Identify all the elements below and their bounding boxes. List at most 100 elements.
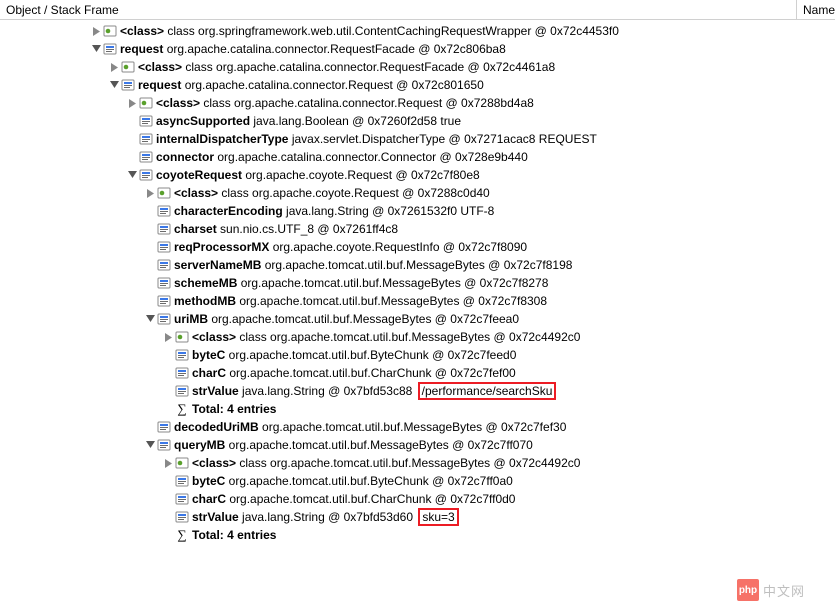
field-detail: class org.apache.coyote.Request @ 0x7288… — [218, 186, 490, 200]
expand-icon[interactable] — [90, 45, 102, 54]
tree-label: charset sun.nio.cs.UTF_8 @ 0x7261ff4c8 — [174, 222, 398, 236]
field-name: <class> — [174, 186, 218, 200]
column-header-name[interactable]: Name — [797, 3, 835, 17]
tree-row[interactable]: internalDispatcherType javax.servlet.Dis… — [0, 130, 835, 148]
sigma-icon: ∑ — [174, 527, 190, 543]
field-detail: Total: 4 entries — [192, 528, 276, 542]
tree-label: charC org.apache.tomcat.util.buf.CharChu… — [192, 366, 516, 380]
tree-row[interactable]: <class> class org.apache.tomcat.util.buf… — [0, 328, 835, 346]
field-name: methodMB — [174, 294, 236, 308]
field-name: charC — [192, 492, 226, 506]
tree-row[interactable]: <class> class org.apache.tomcat.util.buf… — [0, 454, 835, 472]
expand-icon[interactable] — [126, 171, 138, 180]
field-detail: java.lang.Boolean @ 0x7260f2d58 true — [250, 114, 461, 128]
field-name: coyoteRequest — [156, 168, 242, 182]
tree-label: byteC org.apache.tomcat.util.buf.ByteChu… — [192, 474, 513, 488]
object-icon — [120, 77, 136, 93]
object-icon — [138, 167, 154, 183]
field-detail: sun.nio.cs.UTF_8 @ 0x7261ff4c8 — [217, 222, 398, 236]
tree-row[interactable]: ∑Total: 4 entries — [0, 526, 835, 544]
tree-label: strValue java.lang.String @ 0x7bfd53c88 … — [192, 384, 556, 398]
field-name: byteC — [192, 348, 225, 362]
object-icon — [156, 257, 172, 273]
field-name: uriMB — [174, 312, 208, 326]
tree-label: <class> class org.apache.tomcat.util.buf… — [192, 456, 580, 470]
field-name: schemeMB — [174, 276, 237, 290]
tree-label: <class> class org.springframework.web.ut… — [120, 24, 619, 38]
collapse-icon[interactable] — [162, 459, 174, 468]
tree-label: byteC org.apache.tomcat.util.buf.ByteChu… — [192, 348, 516, 362]
collapse-icon[interactable] — [126, 99, 138, 108]
tree-row[interactable]: schemeMB org.apache.tomcat.util.buf.Mess… — [0, 274, 835, 292]
tree-row[interactable]: <class> class org.apache.catalina.connec… — [0, 94, 835, 112]
tree-row[interactable]: uriMB org.apache.tomcat.util.buf.Message… — [0, 310, 835, 328]
tree-label: Total: 4 entries — [192, 402, 276, 416]
field-name: request — [138, 78, 181, 92]
tree-row[interactable]: request org.apache.catalina.connector.Re… — [0, 76, 835, 94]
object-icon — [156, 239, 172, 255]
tree-row[interactable]: decodedUriMB org.apache.tomcat.util.buf.… — [0, 418, 835, 436]
tree-row[interactable]: <class> class org.apache.catalina.connec… — [0, 58, 835, 76]
tree-row[interactable]: byteC org.apache.tomcat.util.buf.ByteChu… — [0, 472, 835, 490]
field-detail: org.apache.tomcat.util.buf.MessageBytes … — [236, 294, 547, 308]
tree-label: reqProcessorMX org.apache.coyote.Request… — [174, 240, 527, 254]
collapse-icon[interactable] — [90, 27, 102, 36]
tree-row[interactable]: charC org.apache.tomcat.util.buf.CharChu… — [0, 364, 835, 382]
field-detail: org.apache.tomcat.util.buf.MessageBytes … — [237, 276, 548, 290]
collapse-icon[interactable] — [162, 333, 174, 342]
tree-row[interactable]: serverNameMB org.apache.tomcat.util.buf.… — [0, 256, 835, 274]
tree-row[interactable]: queryMB org.apache.tomcat.util.buf.Messa… — [0, 436, 835, 454]
field-detail: org.apache.tomcat.util.buf.ByteChunk @ 0… — [225, 348, 516, 362]
field-name: charset — [174, 222, 217, 236]
object-icon — [156, 419, 172, 435]
expand-icon[interactable] — [144, 441, 156, 450]
tree-row[interactable]: strValue java.lang.String @ 0x7bfd53c88 … — [0, 382, 835, 400]
tree-label: request org.apache.catalina.connector.Re… — [138, 78, 484, 92]
tree-row[interactable]: ∑Total: 4 entries — [0, 400, 835, 418]
tree-row[interactable]: strValue java.lang.String @ 0x7bfd53d60 … — [0, 508, 835, 526]
field-detail: org.apache.tomcat.util.buf.ByteChunk @ 0… — [225, 474, 512, 488]
tree-label: charC org.apache.tomcat.util.buf.CharChu… — [192, 492, 515, 506]
tree-row[interactable]: characterEncoding java.lang.String @ 0x7… — [0, 202, 835, 220]
tree-label: schemeMB org.apache.tomcat.util.buf.Mess… — [174, 276, 548, 290]
tree-row[interactable]: byteC org.apache.tomcat.util.buf.ByteChu… — [0, 346, 835, 364]
field-detail: java.lang.String @ 0x7bfd53d60 — [239, 510, 417, 524]
class-icon — [138, 95, 154, 111]
tree-row[interactable]: reqProcessorMX org.apache.coyote.Request… — [0, 238, 835, 256]
tree-row[interactable]: coyoteRequest org.apache.coyote.Request … — [0, 166, 835, 184]
tree-row[interactable]: charC org.apache.tomcat.util.buf.CharChu… — [0, 490, 835, 508]
field-detail: org.apache.catalina.connector.RequestFac… — [163, 42, 505, 56]
tree-label: asyncSupported java.lang.Boolean @ 0x726… — [156, 114, 461, 128]
expand-icon[interactable] — [108, 81, 120, 90]
field-name: <class> — [192, 330, 236, 344]
object-icon — [156, 293, 172, 309]
field-name: characterEncoding — [174, 204, 283, 218]
tree-row[interactable]: charset sun.nio.cs.UTF_8 @ 0x7261ff4c8 — [0, 220, 835, 238]
tree-label: <class> class org.apache.coyote.Request … — [174, 186, 490, 200]
field-name: <class> — [156, 96, 200, 110]
field-detail: org.apache.tomcat.util.buf.MessageBytes … — [261, 258, 572, 272]
field-detail: org.apache.tomcat.util.buf.MessageBytes … — [208, 312, 519, 326]
collapse-icon[interactable] — [144, 189, 156, 198]
expand-icon[interactable] — [144, 315, 156, 324]
tree-row[interactable]: methodMB org.apache.tomcat.util.buf.Mess… — [0, 292, 835, 310]
field-detail: java.lang.String @ 0x7261532f0 UTF-8 — [283, 204, 495, 218]
tree-row[interactable]: request org.apache.catalina.connector.Re… — [0, 40, 835, 58]
field-detail: class org.apache.tomcat.util.buf.Message… — [236, 330, 580, 344]
tree-row[interactable]: asyncSupported java.lang.Boolean @ 0x726… — [0, 112, 835, 130]
tree-label: strValue java.lang.String @ 0x7bfd53d60 … — [192, 510, 459, 524]
tree-row[interactable]: connector org.apache.catalina.connector.… — [0, 148, 835, 166]
object-icon — [156, 221, 172, 237]
field-name: connector — [156, 150, 214, 164]
tree-label: queryMB org.apache.tomcat.util.buf.Messa… — [174, 438, 533, 452]
tree-row[interactable]: <class> class org.springframework.web.ut… — [0, 22, 835, 40]
column-header-object[interactable]: Object / Stack Frame — [0, 0, 797, 19]
field-name: reqProcessorMX — [174, 240, 269, 254]
field-name: <class> — [138, 60, 182, 74]
tree-label: methodMB org.apache.tomcat.util.buf.Mess… — [174, 294, 547, 308]
tree-row[interactable]: <class> class org.apache.coyote.Request … — [0, 184, 835, 202]
object-icon — [138, 113, 154, 129]
watermark-logo: php — [737, 579, 759, 601]
field-name: serverNameMB — [174, 258, 261, 272]
collapse-icon[interactable] — [108, 63, 120, 72]
